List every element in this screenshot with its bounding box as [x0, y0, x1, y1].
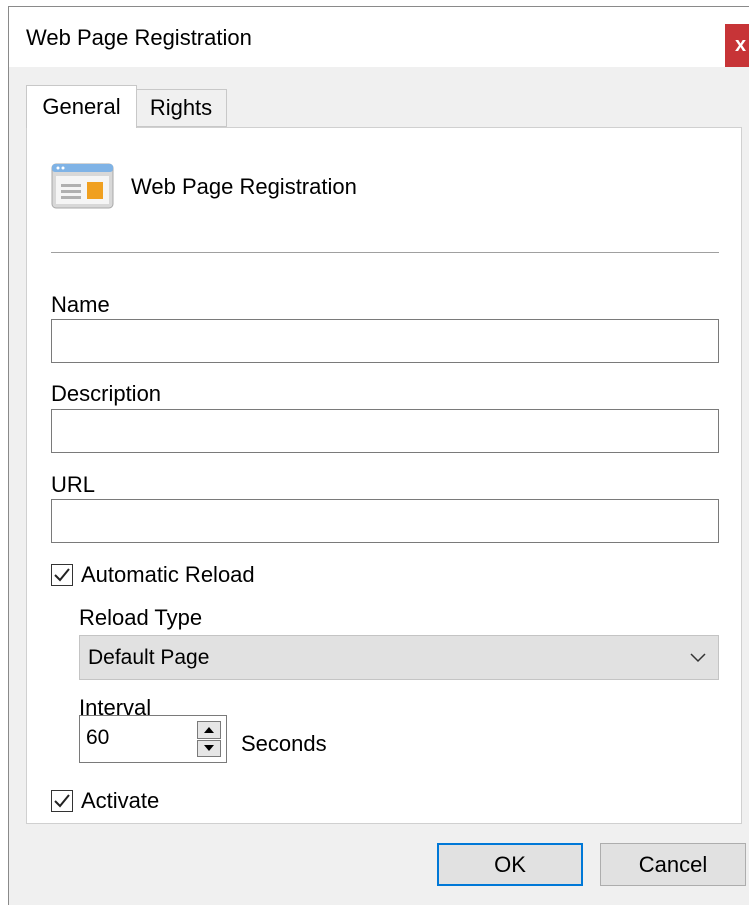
title-bar: Web Page Registration x	[9, 7, 749, 67]
name-input[interactable]	[51, 319, 719, 363]
decrement-button[interactable]	[197, 739, 221, 757]
arrow-up-icon	[204, 726, 214, 733]
window-title: Web Page Registration	[26, 25, 252, 50]
activate-checkbox[interactable]	[51, 790, 73, 812]
activate-label: Activate	[81, 788, 160, 813]
tab-rights[interactable]: Rights	[136, 89, 227, 127]
url-input[interactable]	[51, 499, 719, 543]
divider	[51, 252, 719, 253]
reload-type-value: Default Page	[88, 645, 210, 669]
activate-row[interactable]: Activate	[51, 788, 159, 814]
url-label: URL	[51, 472, 96, 497]
arrow-down-icon	[204, 745, 214, 752]
automatic-reload-checkbox[interactable]	[51, 564, 73, 586]
chevron-down-icon	[678, 635, 718, 680]
increment-button[interactable]	[197, 721, 221, 739]
ok-button[interactable]: OK	[437, 843, 583, 886]
close-icon: x	[734, 34, 747, 56]
automatic-reload-label: Automatic Reload	[81, 562, 255, 587]
tab-general[interactable]: General	[26, 85, 137, 128]
general-panel: Web Page Registration Name Description U…	[26, 127, 742, 824]
reload-type-label: Reload Type	[79, 605, 203, 630]
automatic-reload-row[interactable]: Automatic Reload	[51, 562, 255, 588]
spin-buttons	[197, 721, 221, 757]
name-label: Name	[51, 292, 110, 317]
reload-type-select[interactable]: Default Page	[79, 635, 719, 680]
description-input[interactable]	[51, 409, 719, 453]
header-title: Web Page Registration	[131, 174, 357, 199]
interval-unit: Seconds	[241, 731, 327, 756]
interval-stepper[interactable]: 60	[79, 715, 227, 763]
dialog-window: Web Page Registration x General Rights W…	[8, 6, 749, 905]
close-button[interactable]: x	[725, 24, 749, 67]
cancel-button[interactable]: Cancel	[600, 843, 746, 886]
checkmark-icon	[54, 794, 70, 808]
description-label: Description	[51, 381, 162, 406]
interval-value[interactable]: 60	[86, 726, 109, 750]
web-page-icon	[51, 163, 114, 209]
checkmark-icon	[54, 568, 70, 582]
